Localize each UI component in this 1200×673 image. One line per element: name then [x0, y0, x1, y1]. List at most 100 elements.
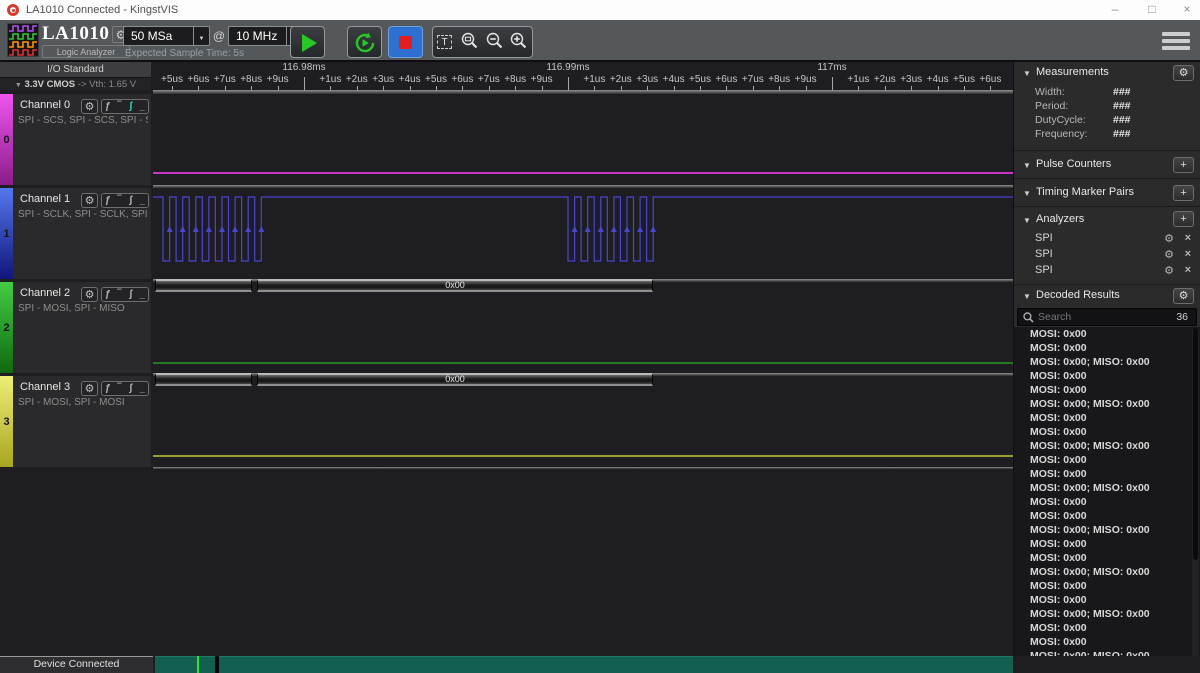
- decoded-result-row[interactable]: MOSI: 0x00; MISO: 0x00: [1014, 481, 1200, 495]
- add-pulse-counter-button[interactable]: +: [1173, 157, 1194, 173]
- channel-0-header[interactable]: 0 Channel 0 ⚙ ƒ‾ʃ_ SPI - SCS, SPI - SCS,…: [0, 94, 151, 185]
- ruler-label: +6us: [187, 74, 209, 85]
- waveform-lane-ch3[interactable]: 0x00: [153, 376, 1013, 467]
- stop-capture-button[interactable]: [388, 26, 423, 58]
- decoded-result-row[interactable]: MOSI: 0x00: [1014, 495, 1200, 509]
- io-voltage-row[interactable]: ▼ 3.3V CMOS -> Vth: 1.65 V: [0, 78, 151, 91]
- decoded-result-row[interactable]: MOSI: 0x00: [1014, 383, 1200, 397]
- analyzers-section-header[interactable]: ▼ Analyzers +: [1014, 206, 1200, 231]
- trigger-mode-icon[interactable]: _: [137, 382, 149, 395]
- analyzer-settings-button[interactable]: ⚙: [1164, 264, 1174, 277]
- decoded-list-scrollbar[interactable]: [1192, 328, 1199, 672]
- add-analyzer-button[interactable]: +: [1173, 211, 1194, 227]
- decoded-result-row[interactable]: MOSI: 0x00: [1014, 467, 1200, 481]
- trigger-mode-icon[interactable]: _: [137, 288, 149, 301]
- io-standard-header[interactable]: I/O Standard: [0, 62, 151, 78]
- decoded-result-row[interactable]: MOSI: 0x00: [1014, 411, 1200, 425]
- channel-0-trigger-group[interactable]: ƒ‾ʃ_: [101, 99, 149, 114]
- capture-overview-bar[interactable]: [155, 656, 1013, 673]
- loop-capture-button[interactable]: [347, 26, 382, 58]
- analyzer-row[interactable]: SPI ⚙ ×: [1014, 231, 1200, 247]
- annotation-tool-button[interactable]: T: [433, 27, 458, 57]
- zoom-selection-button[interactable]: [458, 27, 483, 57]
- decoded-result-row[interactable]: MOSI: 0x00: [1014, 369, 1200, 383]
- trigger-mode-icon[interactable]: ƒ: [102, 100, 114, 113]
- trigger-mode-icon[interactable]: ʃ: [125, 288, 137, 301]
- channel-2-header[interactable]: 2 Channel 2 ⚙ ƒ‾ʃ_ SPI - MOSI, SPI - MIS…: [0, 282, 151, 373]
- trigger-mode-icon[interactable]: ʃ: [125, 100, 137, 113]
- analyzer-remove-button[interactable]: ×: [1185, 264, 1191, 276]
- ruler-label: +8us: [240, 74, 262, 85]
- channel-1-settings-button[interactable]: ⚙: [81, 193, 98, 208]
- decoded-result-row[interactable]: MOSI: 0x00: [1014, 537, 1200, 551]
- analyzer-remove-button[interactable]: ×: [1185, 232, 1191, 244]
- analyzer-remove-button[interactable]: ×: [1185, 248, 1191, 260]
- channel-3-trigger-group[interactable]: ƒ‾ʃ_: [101, 381, 149, 396]
- analyzer-settings-button[interactable]: ⚙: [1164, 248, 1174, 261]
- analyzer-row[interactable]: SPI ⚙ ×: [1014, 263, 1200, 279]
- channel-2-trigger-group[interactable]: ƒ‾ʃ_: [101, 287, 149, 302]
- trigger-mode-icon[interactable]: _: [137, 100, 149, 113]
- waveform-lane-ch0[interactable]: [153, 94, 1013, 185]
- decoded-results-settings-button[interactable]: ⚙: [1173, 288, 1194, 304]
- trigger-mode-icon[interactable]: ƒ: [102, 288, 114, 301]
- decoded-result-row[interactable]: MOSI: 0x00: [1014, 635, 1200, 649]
- pulse-counters-section-header[interactable]: ▼ Pulse Counters +: [1014, 150, 1200, 178]
- decoded-result-row[interactable]: MOSI: 0x00; MISO: 0x00: [1014, 355, 1200, 369]
- trigger-mode-icon[interactable]: ʃ: [125, 194, 137, 207]
- scrollbar-thumb[interactable]: [1193, 328, 1198, 560]
- measurements-section-header[interactable]: ▼ Measurements ⚙: [1014, 62, 1200, 84]
- channel-1-header[interactable]: 1 Channel 1 ⚙ ƒ‾ʃ_ SPI - SCLK, SPI - SCL…: [0, 188, 151, 279]
- decoded-result-row[interactable]: MOSI: 0x00; MISO: 0x00: [1014, 397, 1200, 411]
- trigger-mode-icon[interactable]: ʃ: [125, 382, 137, 395]
- decoded-result-row[interactable]: MOSI: 0x00; MISO: 0x00: [1014, 565, 1200, 579]
- decoded-result-row[interactable]: MOSI: 0x00: [1014, 593, 1200, 607]
- add-timing-marker-button[interactable]: +: [1173, 185, 1194, 201]
- decoded-result-row[interactable]: MOSI: 0x00: [1014, 621, 1200, 635]
- trigger-mode-icon[interactable]: _: [137, 194, 149, 207]
- decoded-result-row[interactable]: MOSI: 0x00: [1014, 327, 1200, 341]
- start-capture-button[interactable]: [290, 26, 325, 58]
- waveform-lane-ch2[interactable]: 0x00: [153, 282, 1013, 373]
- maximize-button[interactable]: □: [1137, 0, 1167, 20]
- trigger-mode-icon[interactable]: ƒ: [102, 382, 114, 395]
- trigger-mode-icon[interactable]: ƒ: [102, 194, 114, 207]
- channel-2-settings-button[interactable]: ⚙: [81, 287, 98, 302]
- channel-0-settings-button[interactable]: ⚙: [81, 99, 98, 114]
- decoded-result-row[interactable]: MOSI: 0x00: [1014, 579, 1200, 593]
- sample-rate-select[interactable]: 50 MSa ▼: [123, 26, 210, 46]
- channel-3-header[interactable]: 3 Channel 3 ⚙ ƒ‾ʃ_ SPI - MOSI, SPI - MOS…: [0, 376, 151, 467]
- zoom-out-button[interactable]: [483, 27, 508, 57]
- trigger-mode-icon[interactable]: ‾: [114, 288, 126, 301]
- waveform-lane-ch1[interactable]: [153, 188, 1013, 279]
- decoded-result-row[interactable]: MOSI: 0x00: [1014, 341, 1200, 355]
- decoded-result-row[interactable]: MOSI: 0x00; MISO: 0x00: [1014, 523, 1200, 537]
- decoded-result-row[interactable]: MOSI: 0x00: [1014, 425, 1200, 439]
- decoded-search-input[interactable]: Search 36: [1017, 308, 1197, 326]
- channel-3-settings-button[interactable]: ⚙: [81, 381, 98, 396]
- decoded-result-row[interactable]: MOSI: 0x00: [1014, 509, 1200, 523]
- spi-decode-bubble[interactable]: [155, 279, 252, 292]
- trigger-mode-icon[interactable]: ‾: [114, 382, 126, 395]
- menu-button[interactable]: [1162, 32, 1190, 50]
- decoded-result-row[interactable]: MOSI: 0x00: [1014, 551, 1200, 565]
- decoded-result-row[interactable]: MOSI: 0x00; MISO: 0x00: [1014, 439, 1200, 453]
- decoded-results-section-header[interactable]: ▼ Decoded Results ⚙: [1014, 284, 1200, 307]
- close-button[interactable]: ×: [1172, 0, 1200, 20]
- overview-cursor[interactable]: [197, 656, 199, 673]
- decoded-result-row[interactable]: MOSI: 0x00; MISO: 0x00: [1014, 607, 1200, 621]
- spi-decode-bubble[interactable]: [155, 373, 252, 386]
- analyzer-settings-button[interactable]: ⚙: [1164, 232, 1174, 245]
- time-ruler[interactable]: +5us+6us+7us+8us+9us116.98ms+1us+2us+3us…: [153, 62, 1013, 90]
- trigger-mode-icon[interactable]: ‾: [114, 100, 126, 113]
- channel-1-trigger-group[interactable]: ƒ‾ʃ_: [101, 193, 149, 208]
- decoded-result-row[interactable]: MOSI: 0x00: [1014, 453, 1200, 467]
- spi-decode-bubble[interactable]: 0x00: [257, 279, 653, 292]
- analyzer-row[interactable]: SPI ⚙ ×: [1014, 247, 1200, 263]
- trigger-mode-icon[interactable]: ‾: [114, 194, 126, 207]
- zoom-in-button[interactable]: [507, 27, 532, 57]
- spi-decode-bubble[interactable]: 0x00: [257, 373, 653, 386]
- timing-marker-pairs-section-header[interactable]: ▼ Timing Marker Pairs +: [1014, 178, 1200, 206]
- minimize-button[interactable]: –: [1100, 0, 1130, 20]
- measurements-settings-button[interactable]: ⚙: [1173, 65, 1194, 81]
